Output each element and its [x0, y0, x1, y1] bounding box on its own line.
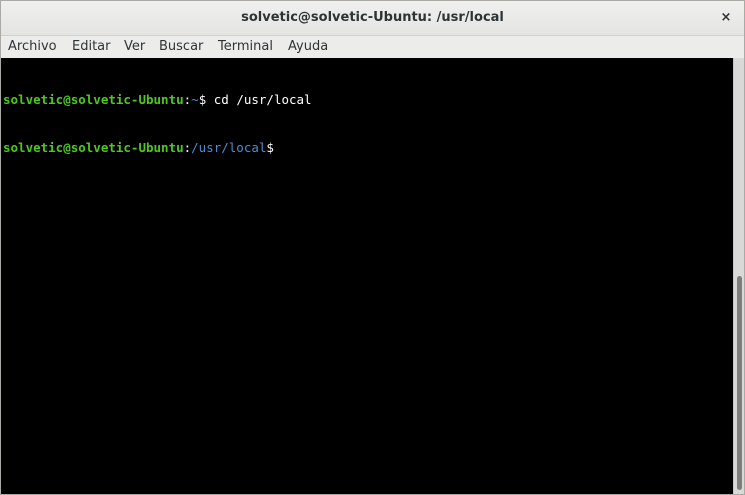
scrollbar-thumb[interactable] [737, 276, 742, 490]
menu-buscar[interactable]: Buscar [159, 39, 203, 54]
window-title: solvetic@solvetic-Ubuntu: /usr/local [241, 10, 504, 25]
close-icon[interactable]: × [716, 8, 736, 28]
menu-terminal[interactable]: Terminal [218, 39, 273, 54]
prompt-user-host: solvetic@solvetic-Ubuntu [3, 140, 184, 155]
menu-editar[interactable]: Editar [72, 39, 111, 54]
prompt-user-host: solvetic@solvetic-Ubuntu [3, 92, 184, 107]
command-text: cd /usr/local [213, 92, 312, 107]
prompt-path: /usr/local [191, 140, 267, 155]
menu-archivo[interactable]: Archivo [8, 39, 57, 54]
terminal-line: solvetic@solvetic-Ubuntu:~$ cd /usr/loca… [3, 92, 733, 108]
terminal-line: solvetic@solvetic-Ubuntu:/usr/local$ [3, 140, 733, 156]
terminal-window: solvetic@solvetic-Ubuntu: /usr/local × A… [0, 0, 745, 495]
title-bar[interactable]: solvetic@solvetic-Ubuntu: /usr/local × [1, 1, 744, 36]
prompt-symbol: $ [266, 140, 274, 155]
prompt-symbol: $ [198, 92, 214, 107]
terminal-output[interactable]: solvetic@solvetic-Ubuntu:~$ cd /usr/loca… [1, 58, 733, 494]
vertical-scrollbar[interactable] [733, 58, 744, 494]
menu-ver[interactable]: Ver [124, 39, 145, 54]
prompt-path: ~ [191, 92, 199, 107]
menu-bar: Archivo Editar Ver Buscar Terminal Ayuda [1, 36, 744, 58]
menu-ayuda[interactable]: Ayuda [288, 39, 328, 54]
